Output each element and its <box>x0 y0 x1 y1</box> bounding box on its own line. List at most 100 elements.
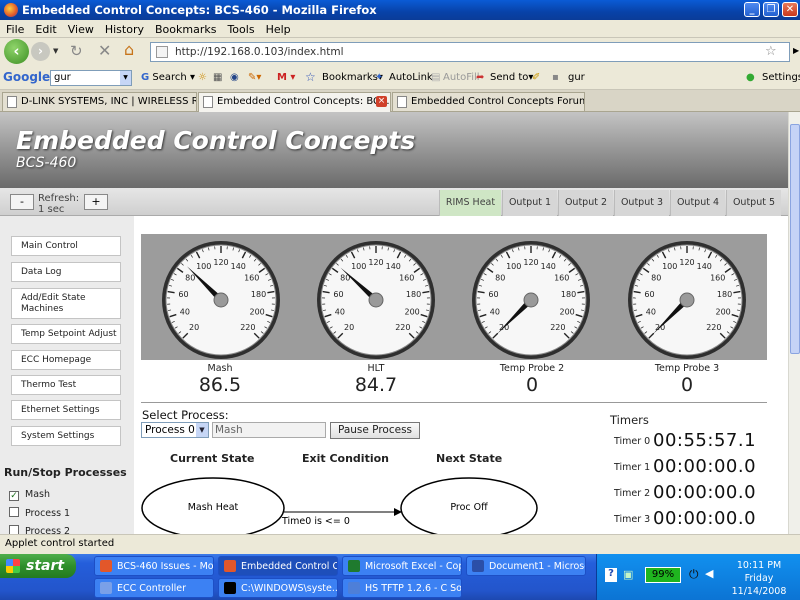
network-icon[interactable]: ▣ <box>623 568 633 581</box>
history-dropdown-icon[interactable]: ▼ <box>53 47 58 55</box>
output-tab-1[interactable]: Output 1 <box>502 190 557 216</box>
scrollbar-thumb[interactable] <box>790 124 800 354</box>
gauge-value-hlt: 84.7 <box>354 374 398 396</box>
tab-close-icon[interactable]: × <box>376 96 387 107</box>
sendto-button[interactable]: Send to▾ <box>490 72 533 83</box>
run-stop-title: Run/Stop Processes <box>4 466 127 479</box>
task-bcs-issues[interactable]: BCS-460 Issues - Mo... <box>94 556 214 576</box>
reload-icon[interactable]: ↻ <box>70 42 83 60</box>
word-find-icon[interactable]: ▪ <box>552 72 559 83</box>
autolink-icon[interactable]: ✦ <box>375 72 383 83</box>
refresh-increase-button[interactable]: + <box>84 194 108 210</box>
home-icon[interactable]: ⌂ <box>124 40 134 59</box>
gmail-icon[interactable]: M ▾ <box>277 72 295 83</box>
autofill-button[interactable]: AutoFill <box>443 72 480 83</box>
menu-tools[interactable]: Tools <box>221 20 259 36</box>
menu-bookmarks[interactable]: Bookmarks <box>149 20 221 36</box>
sidebar-item-main-control[interactable]: Main Control <box>11 236 121 256</box>
vertical-scrollbar[interactable] <box>788 112 800 534</box>
pause-process-button[interactable]: Pause Process <box>330 422 420 439</box>
word-find-button[interactable]: gur <box>568 72 585 83</box>
process-checkbox-1[interactable]: Process 1 <box>9 507 70 519</box>
timer-label-2: Timer 2 <box>614 488 651 499</box>
timer-value-0: 00:55:57.1 <box>653 430 757 451</box>
google-search-button[interactable]: G Search ▾ <box>141 72 195 83</box>
gauge-tick-label: 80 <box>185 274 195 283</box>
task-cmd[interactable]: C:\WINDOWS\syste... <box>218 578 338 598</box>
clock[interactable]: 10:11 PM Friday 11/14/2008 <box>719 559 799 598</box>
autolink-button[interactable]: AutoLink <box>389 72 433 83</box>
checkbox-mark[interactable]: ✓ <box>9 491 19 501</box>
url-bar[interactable]: http://192.168.0.103/index.html ☆ <box>150 42 790 62</box>
menu-file[interactable]: File <box>0 20 29 36</box>
process-name-field[interactable]: Mash <box>212 422 326 438</box>
task-embedded-control[interactable]: Embedded Control C... <box>218 556 338 576</box>
sendto-icon[interactable]: ➦ <box>476 72 484 83</box>
sidebar-item-thermo-test[interactable]: Thermo Test <box>11 375 121 395</box>
highlight-icon[interactable]: ✐ <box>532 72 540 83</box>
output-tab-5[interactable]: Output 5 <box>726 190 781 216</box>
globe-icon[interactable]: ◉ <box>230 72 239 83</box>
bookmark-star-icon[interactable]: ☆ <box>765 44 777 59</box>
tab-label: Embedded Control Concepts: BCS... <box>217 96 391 107</box>
pagerank-icon[interactable]: ▦ <box>213 72 222 83</box>
output-tab-4[interactable]: Output 4 <box>670 190 725 216</box>
close-button[interactable]: ✕ <box>782 2 798 17</box>
process-checkbox-2[interactable]: Process 2 <box>9 525 70 534</box>
task-label: Embedded Control C... <box>241 561 338 572</box>
sidebar-item-state-machines[interactable]: Add/Edit State Machines <box>11 288 121 319</box>
tools-icon[interactable]: ✎▾ <box>248 72 261 83</box>
task-ecc-controller[interactable]: ECC Controller <box>94 578 214 598</box>
process-checkbox-mash[interactable]: ✓ Mash <box>9 489 50 501</box>
task-label: Microsoft Excel - Cop... <box>365 561 461 572</box>
maximize-button[interactable]: ❐ <box>763 2 779 17</box>
bookmarks-star-icon[interactable]: ☆ <box>305 70 316 84</box>
checkbox-mark[interactable] <box>9 525 19 534</box>
settings-button[interactable]: Settings▾ <box>762 72 800 83</box>
volume-icon[interactable]: ◀ <box>705 567 713 580</box>
go-icon[interactable]: ▶ <box>793 46 799 55</box>
tab-forum[interactable]: Embedded Control Concepts Forum • Vi... <box>392 92 585 111</box>
task-tftp[interactable]: HS TFTP 1.2.6 - C So... <box>342 578 462 598</box>
sidebar-item-ethernet-settings[interactable]: Ethernet Settings <box>11 400 121 420</box>
menu-help[interactable]: Help <box>260 20 296 36</box>
output-tab-rims-heat[interactable]: RIMS Heat <box>439 190 501 216</box>
chevron-down-icon[interactable]: ▼ <box>196 423 208 437</box>
sidebar-item-data-log[interactable]: Data Log <box>11 262 121 282</box>
popup-blocker-icon[interactable]: ☼ <box>198 72 207 83</box>
battery-indicator[interactable]: 99% <box>645 567 681 583</box>
gauge-tick-label: 140 <box>697 262 712 271</box>
refresh-decrease-button[interactable]: - <box>10 194 34 210</box>
power-plug-icon[interactable]: ⏻ <box>689 567 699 582</box>
autofill-icon[interactable]: ▤ <box>431 72 440 83</box>
help-icon[interactable]: ? <box>605 568 617 582</box>
sidebar-item-temp-setpoint[interactable]: Temp Setpoint Adjust <box>11 324 121 344</box>
settings-icon[interactable]: ● <box>746 72 755 83</box>
task-word[interactable]: Document1 - Microso... <box>466 556 586 576</box>
menu-view[interactable]: View <box>62 20 99 36</box>
chevron-down-icon[interactable]: ▼ <box>120 71 131 85</box>
bookmarks-button[interactable]: Bookmarks▾ <box>322 72 383 83</box>
start-button[interactable]: start <box>0 554 76 578</box>
gauge-hub <box>679 292 695 308</box>
page-header: Embedded Control Concepts BCS-460 <box>0 112 788 188</box>
sidebar-item-system-settings[interactable]: System Settings <box>11 426 121 446</box>
sidebar-item-ecc-homepage[interactable]: ECC Homepage <box>11 350 121 370</box>
task-excel[interactable]: Microsoft Excel - Cop... <box>342 556 462 576</box>
back-button[interactable]: ‹ <box>4 39 29 64</box>
menu-history[interactable]: History <box>99 20 149 36</box>
output-tab-3[interactable]: Output 3 <box>614 190 669 216</box>
tab-embedded-control[interactable]: Embedded Control Concepts: BCS... × <box>198 92 391 112</box>
google-search-input[interactable]: gur ▼ <box>50 70 132 86</box>
tab-dlink[interactable]: D-LINK SYSTEMS, INC | WIRELESS RO... <box>2 92 197 111</box>
process-select[interactable]: Process 0 ▼ <box>141 422 209 438</box>
minimize-button[interactable]: _ <box>744 2 760 17</box>
gauge-tick-label: 40 <box>180 308 190 317</box>
stop-icon[interactable]: ✕ <box>98 41 111 60</box>
google-g-icon: G <box>141 72 150 83</box>
checkbox-mark[interactable] <box>9 507 19 517</box>
menu-edit[interactable]: Edit <box>29 20 61 36</box>
refresh-label: Refresh: 1 sec <box>38 193 79 215</box>
forward-button[interactable]: › <box>31 42 50 61</box>
output-tab-2[interactable]: Output 2 <box>558 190 613 216</box>
